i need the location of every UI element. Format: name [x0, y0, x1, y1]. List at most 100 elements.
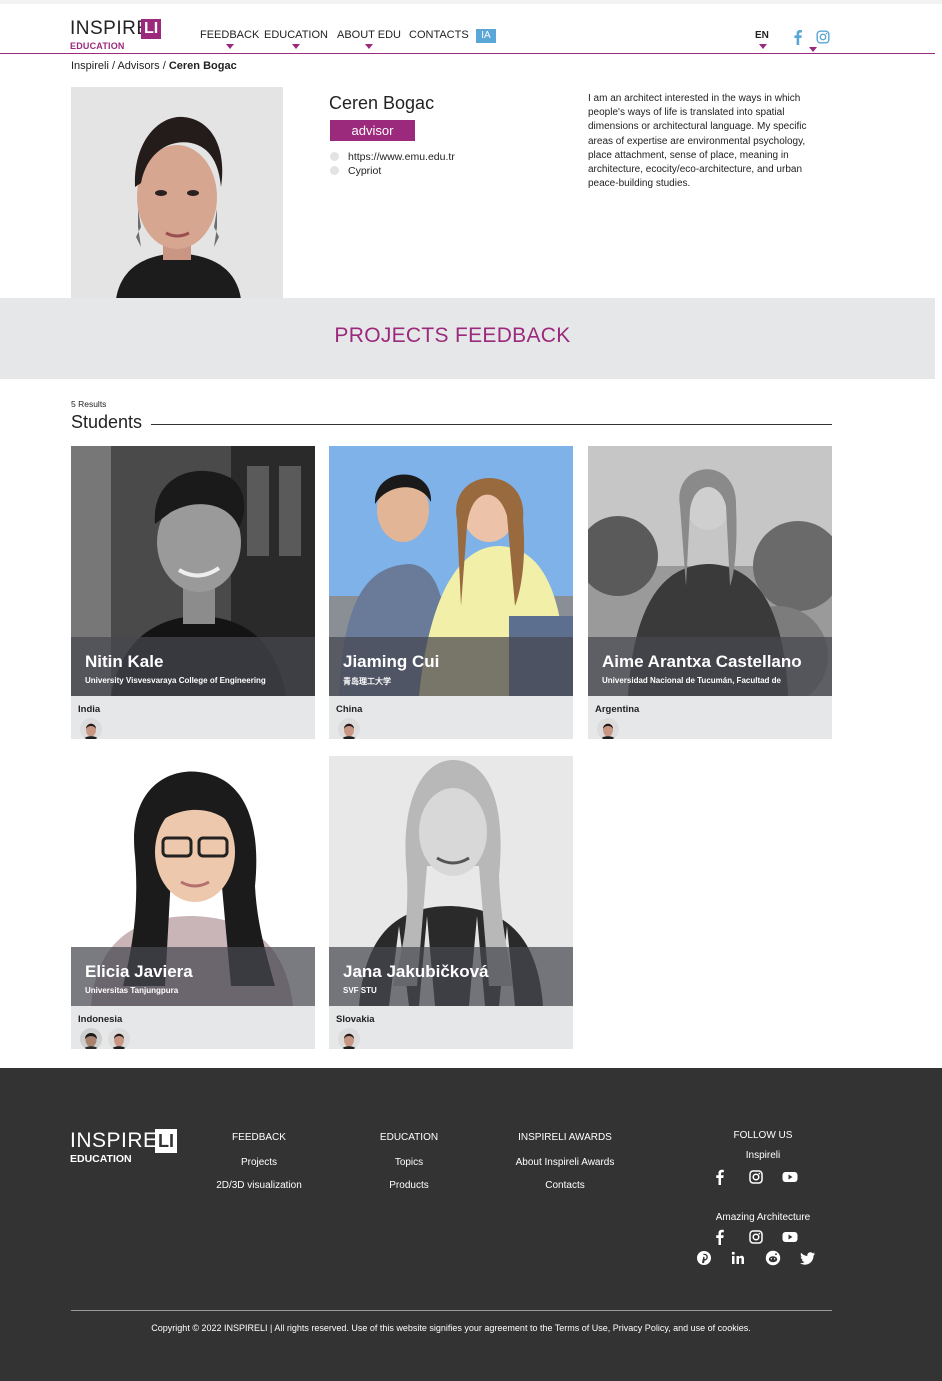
footer-column-feedback: FEEDBACK Projects 2D/3D visualization	[199, 1132, 319, 1203]
advisor-avatar[interactable]	[80, 718, 102, 739]
breadcrumb: Inspireli / Advisors / Ceren Bogac	[71, 60, 237, 72]
facebook-icon[interactable]	[712, 1169, 728, 1185]
advisor-avatar[interactable]	[338, 1028, 360, 1049]
advisor-avatars	[80, 1028, 136, 1049]
nav-label: ABOUT EDU	[337, 29, 401, 41]
footer-column-awards: INSPIRELI AWARDS About Inspireli Awards …	[495, 1132, 635, 1203]
language-selector[interactable]: EN	[755, 30, 769, 49]
student-university: Universidad Nacional de Tucumán, Faculta…	[602, 676, 782, 685]
student-name[interactable]: Nitin Kale	[85, 652, 163, 672]
website-link[interactable]: https://www.emu.edu.tr	[348, 151, 455, 163]
facebook-icon[interactable]	[712, 1229, 728, 1245]
student-name[interactable]: Elicia Javiera	[85, 962, 193, 982]
advisor-avatar[interactable]	[80, 1028, 102, 1049]
footer-heading: FEEDBACK	[232, 1132, 286, 1143]
footer-logo[interactable]: INSPIRE LI EDUCATION	[70, 1129, 180, 1169]
location-pin-icon	[330, 166, 339, 175]
footer-link-products[interactable]: Products	[349, 1180, 469, 1191]
dropdown-caret-icon	[759, 44, 767, 49]
website-row[interactable]: https://www.emu.edu.tr	[330, 151, 455, 163]
advisor-photo	[71, 87, 283, 299]
dropdown-caret-icon	[809, 47, 817, 52]
student-university: 青岛理工大学	[343, 677, 391, 686]
student-card[interactable]: Elicia Javiera Universitas Tanjungpura I…	[71, 756, 315, 1049]
dropdown-caret-icon	[364, 44, 373, 49]
linkedin-icon[interactable]	[730, 1250, 746, 1266]
nationality-row: Cypriot	[330, 165, 381, 177]
youtube-icon[interactable]	[782, 1229, 798, 1245]
student-name[interactable]: Jiaming Cui	[343, 652, 439, 672]
social-row-inspireli	[712, 1169, 812, 1187]
breadcrumb-separator: /	[159, 60, 169, 72]
footer-logo-word: INSPIRE	[70, 1129, 158, 1152]
logo-word: INSPIRE	[70, 18, 150, 39]
nav-contacts[interactable]: CONTACTS	[409, 29, 469, 41]
footer-link-visualization[interactable]: 2D/3D visualization	[199, 1180, 319, 1191]
instagram-icon[interactable]	[748, 1169, 764, 1185]
advisor-avatars	[338, 1028, 366, 1049]
youtube-icon[interactable]	[782, 1169, 798, 1185]
follow-group-inspireli: Inspireli	[745, 1150, 781, 1161]
students-heading: Students	[71, 412, 143, 432]
advisor-avatar[interactable]	[108, 1028, 130, 1049]
instagram-icon[interactable]	[748, 1229, 764, 1245]
student-card[interactable]: Nitin Kale University Visvesvaraya Colle…	[71, 446, 315, 739]
student-country: Slovakia	[336, 1014, 375, 1025]
results-count: 5 Results	[71, 399, 107, 409]
advisor-avatar[interactable]	[597, 718, 619, 739]
instagram-icon[interactable]	[816, 29, 830, 45]
location-pin-icon	[330, 152, 339, 161]
section-divider	[151, 424, 832, 425]
logo-subtitle: EDUCATION	[70, 41, 125, 51]
footer-logo-mark: LI	[155, 1129, 177, 1153]
advisor-bio: I am an architect interested in the ways…	[588, 93, 807, 190]
dropdown-caret-icon	[291, 44, 300, 49]
nav-feedback[interactable]: FEEDBACK	[200, 29, 260, 49]
student-university: Universitas Tanjungpura	[85, 986, 179, 995]
footer-logo-subtitle: EDUCATION	[70, 1153, 132, 1165]
student-country: India	[78, 704, 101, 715]
student-card[interactable]: Jiaming Cui 青岛理工大学 China	[329, 446, 573, 739]
breadcrumb-current: Ceren Bogac	[168, 60, 237, 72]
advisor-avatars	[80, 718, 108, 739]
pinterest-icon[interactable]	[696, 1250, 712, 1266]
nav-label: CONTACTS	[409, 29, 469, 41]
advisor-avatar[interactable]	[338, 718, 360, 739]
student-name[interactable]: Aime Arantxa Castellano	[602, 652, 802, 672]
nav-education[interactable]: EDUCATION	[264, 29, 328, 49]
site-logo[interactable]: INSPIRE LI EDUCATION	[70, 18, 162, 52]
footer-link-contacts[interactable]: Contacts	[495, 1180, 635, 1191]
footer-link-topics[interactable]: Topics	[349, 1157, 469, 1168]
breadcrumb-link-inspireli[interactable]: Inspireli	[71, 60, 109, 72]
breadcrumb-link-advisors[interactable]: Advisors	[117, 60, 159, 72]
advisor-avatars	[338, 718, 366, 739]
facebook-icon[interactable]	[791, 29, 805, 45]
nav-about-edu[interactable]: ABOUT EDU	[337, 29, 401, 49]
advisor-avatars	[597, 718, 625, 739]
footer-link-about-awards[interactable]: About Inspireli Awards	[495, 1157, 635, 1168]
nav-label: EDUCATION	[264, 29, 328, 41]
nav-label: FEEDBACK	[200, 29, 260, 41]
advisor-name: Ceren Bogac	[329, 93, 435, 113]
student-card[interactable]: Aime Arantxa Castellano Universidad Naci…	[588, 446, 832, 739]
student-country: China	[336, 704, 363, 715]
student-country: Argentina	[595, 704, 640, 715]
footer-link-projects[interactable]: Projects	[199, 1157, 319, 1168]
student-name[interactable]: Jana Jakubičková	[343, 962, 489, 982]
twitter-icon[interactable]	[800, 1250, 816, 1266]
footer-column-education: EDUCATION Topics Products	[349, 1132, 469, 1203]
student-card[interactable]: Jana Jakubičková SVF STU Slovakia	[329, 756, 573, 1049]
nationality-text: Cypriot	[348, 165, 382, 177]
projects-feedback-title: PROJECTS FEEDBACK	[334, 324, 571, 347]
social-row-amazing-architecture-2	[696, 1250, 820, 1268]
logo-mark: LI	[141, 19, 162, 39]
dropdown-caret-icon	[225, 44, 234, 49]
reddit-icon[interactable]	[765, 1250, 781, 1266]
follow-group-amazing-architecture: Amazing Architecture	[715, 1212, 811, 1223]
social-row-amazing-architecture	[712, 1229, 812, 1247]
student-university: SVF STU	[343, 986, 377, 995]
language-label: EN	[755, 30, 769, 41]
ia-badge[interactable]: IA	[476, 29, 496, 43]
footer-heading: INSPIRELI AWARDS	[518, 1132, 612, 1143]
footer-heading: EDUCATION	[379, 1132, 439, 1143]
